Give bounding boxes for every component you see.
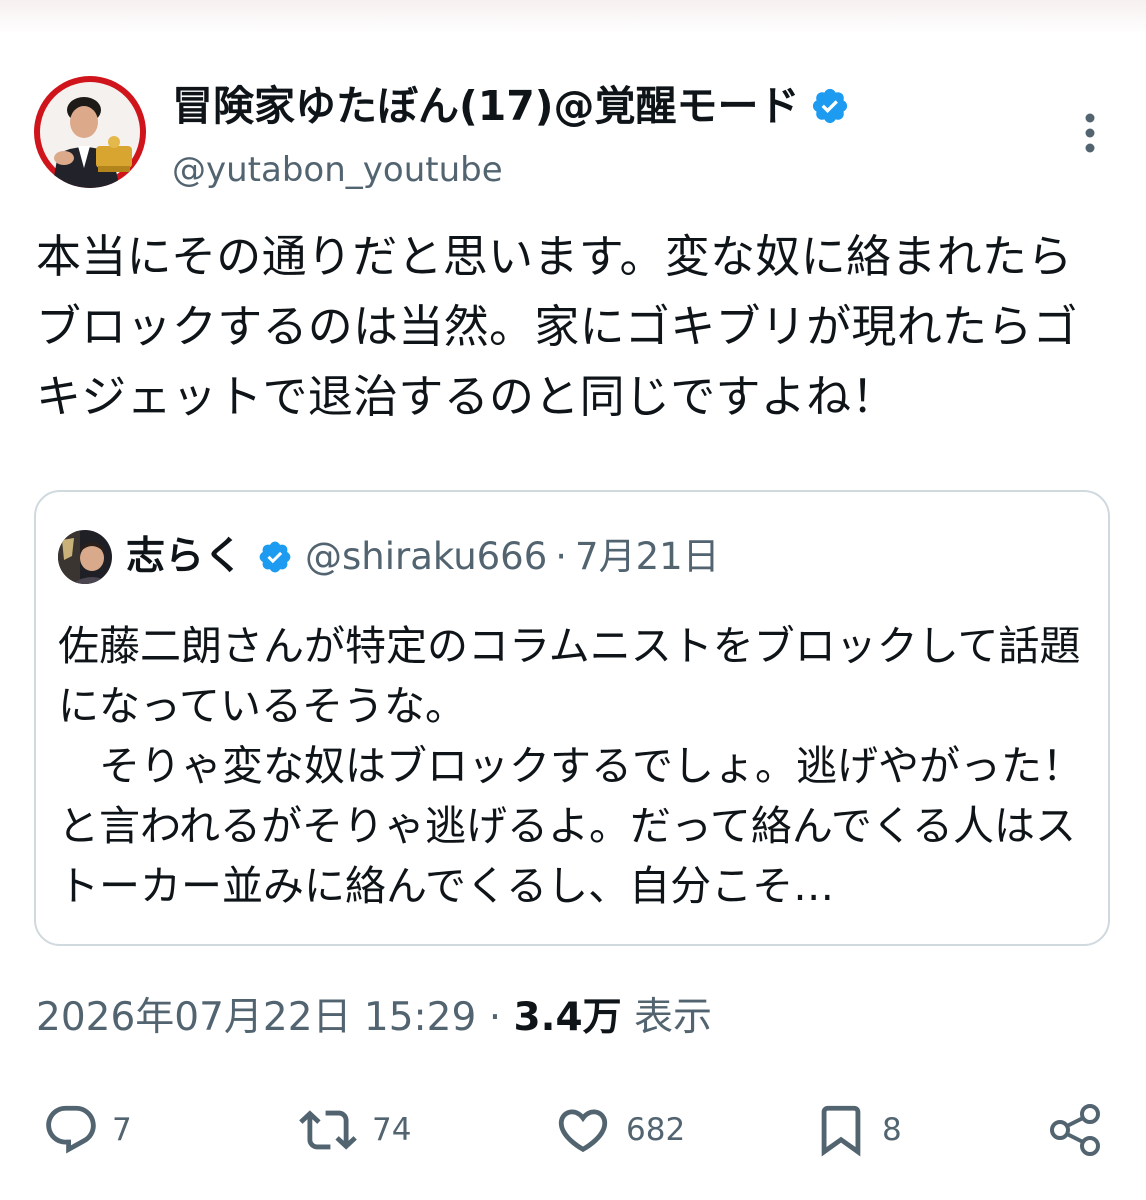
tweet-text: 本当にその通りだと思います。変な奴に絡まれたらブロックするのは当然。家にゴキブリ… [36, 230, 1078, 423]
more-vertical-icon [1085, 113, 1095, 153]
separator-dot: · [476, 995, 514, 1040]
author-handle[interactable]: @yutabon_youtube [172, 148, 503, 192]
quoted-tweet-text: 佐藤二朗さんが特定のコラムニストをブロックして話題になっているそうな。 そりゃ変… [58, 622, 1083, 910]
repost-button[interactable]: 74 [296, 1100, 411, 1160]
like-count: 682 [626, 1112, 686, 1148]
quoted-author-name[interactable]: 志らく [126, 532, 243, 582]
bookmark-icon [821, 1105, 861, 1157]
view-count-label: 表示 [621, 995, 712, 1040]
reply-count: 7 [112, 1112, 132, 1148]
bookmark-button[interactable]: 8 [812, 1100, 902, 1160]
verified-badge-icon [257, 539, 293, 575]
more-options-button[interactable] [1070, 108, 1110, 158]
repost-count: 74 [372, 1112, 412, 1148]
author-name-text: 冒険家ゆたぼん(17)@覚醒モード [172, 82, 800, 130]
view-count: 3.4万 [513, 995, 622, 1040]
author-avatar[interactable] [34, 76, 146, 188]
tweet-timestamp[interactable]: 2026年07月22日 15:29 [36, 995, 476, 1040]
author-name[interactable]: 冒険家ゆたぼん(17)@覚醒モード [172, 80, 850, 132]
quoted-author-handle[interactable]: @shiraku666 [305, 532, 547, 582]
like-button[interactable]: 682 [552, 1100, 685, 1160]
tweet-detail: 冒険家ゆたぼん(17)@覚醒モード @yutabon_youtube 本当にその… [0, 0, 1146, 1200]
share-icon [1050, 1104, 1100, 1156]
tweet-meta: 2026年07月22日 15:29 · 3.4万 表示 [36, 990, 712, 1046]
bookmark-count: 8 [882, 1112, 902, 1148]
heart-icon [558, 1109, 608, 1153]
separator-dot: · [555, 535, 568, 578]
reply-button[interactable]: 7 [42, 1100, 132, 1160]
repost-icon [299, 1110, 357, 1150]
share-button[interactable] [1046, 1100, 1106, 1160]
quoted-tweet-header: 志らく @shiraku666 · 7月21日 [126, 532, 720, 582]
verified-badge-icon [810, 86, 850, 126]
quoted-tweet-date[interactable]: 7月21日 [575, 532, 720, 582]
quoted-author-avatar [58, 530, 112, 584]
reply-icon [46, 1105, 96, 1154]
quoted-tweet-card[interactable]: 志らく @shiraku666 · 7月21日 佐藤二朗さんが特定のコラムニスト… [34, 490, 1110, 946]
